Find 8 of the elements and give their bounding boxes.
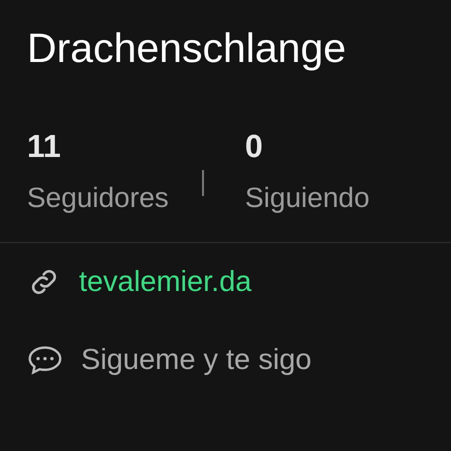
website-link[interactable]: tevalemier.da (79, 266, 252, 298)
stat-count: 0 (245, 127, 264, 166)
stat-label[interactable]: Siguiendo (245, 178, 420, 218)
bio-text: Sigueme y te sigo (81, 344, 312, 376)
stat-count: 11 (27, 127, 62, 166)
profile-name: Drachenschlange (27, 24, 348, 73)
stat-label[interactable]: Seguidores (27, 178, 202, 218)
chat-bubble-icon (27, 344, 63, 376)
